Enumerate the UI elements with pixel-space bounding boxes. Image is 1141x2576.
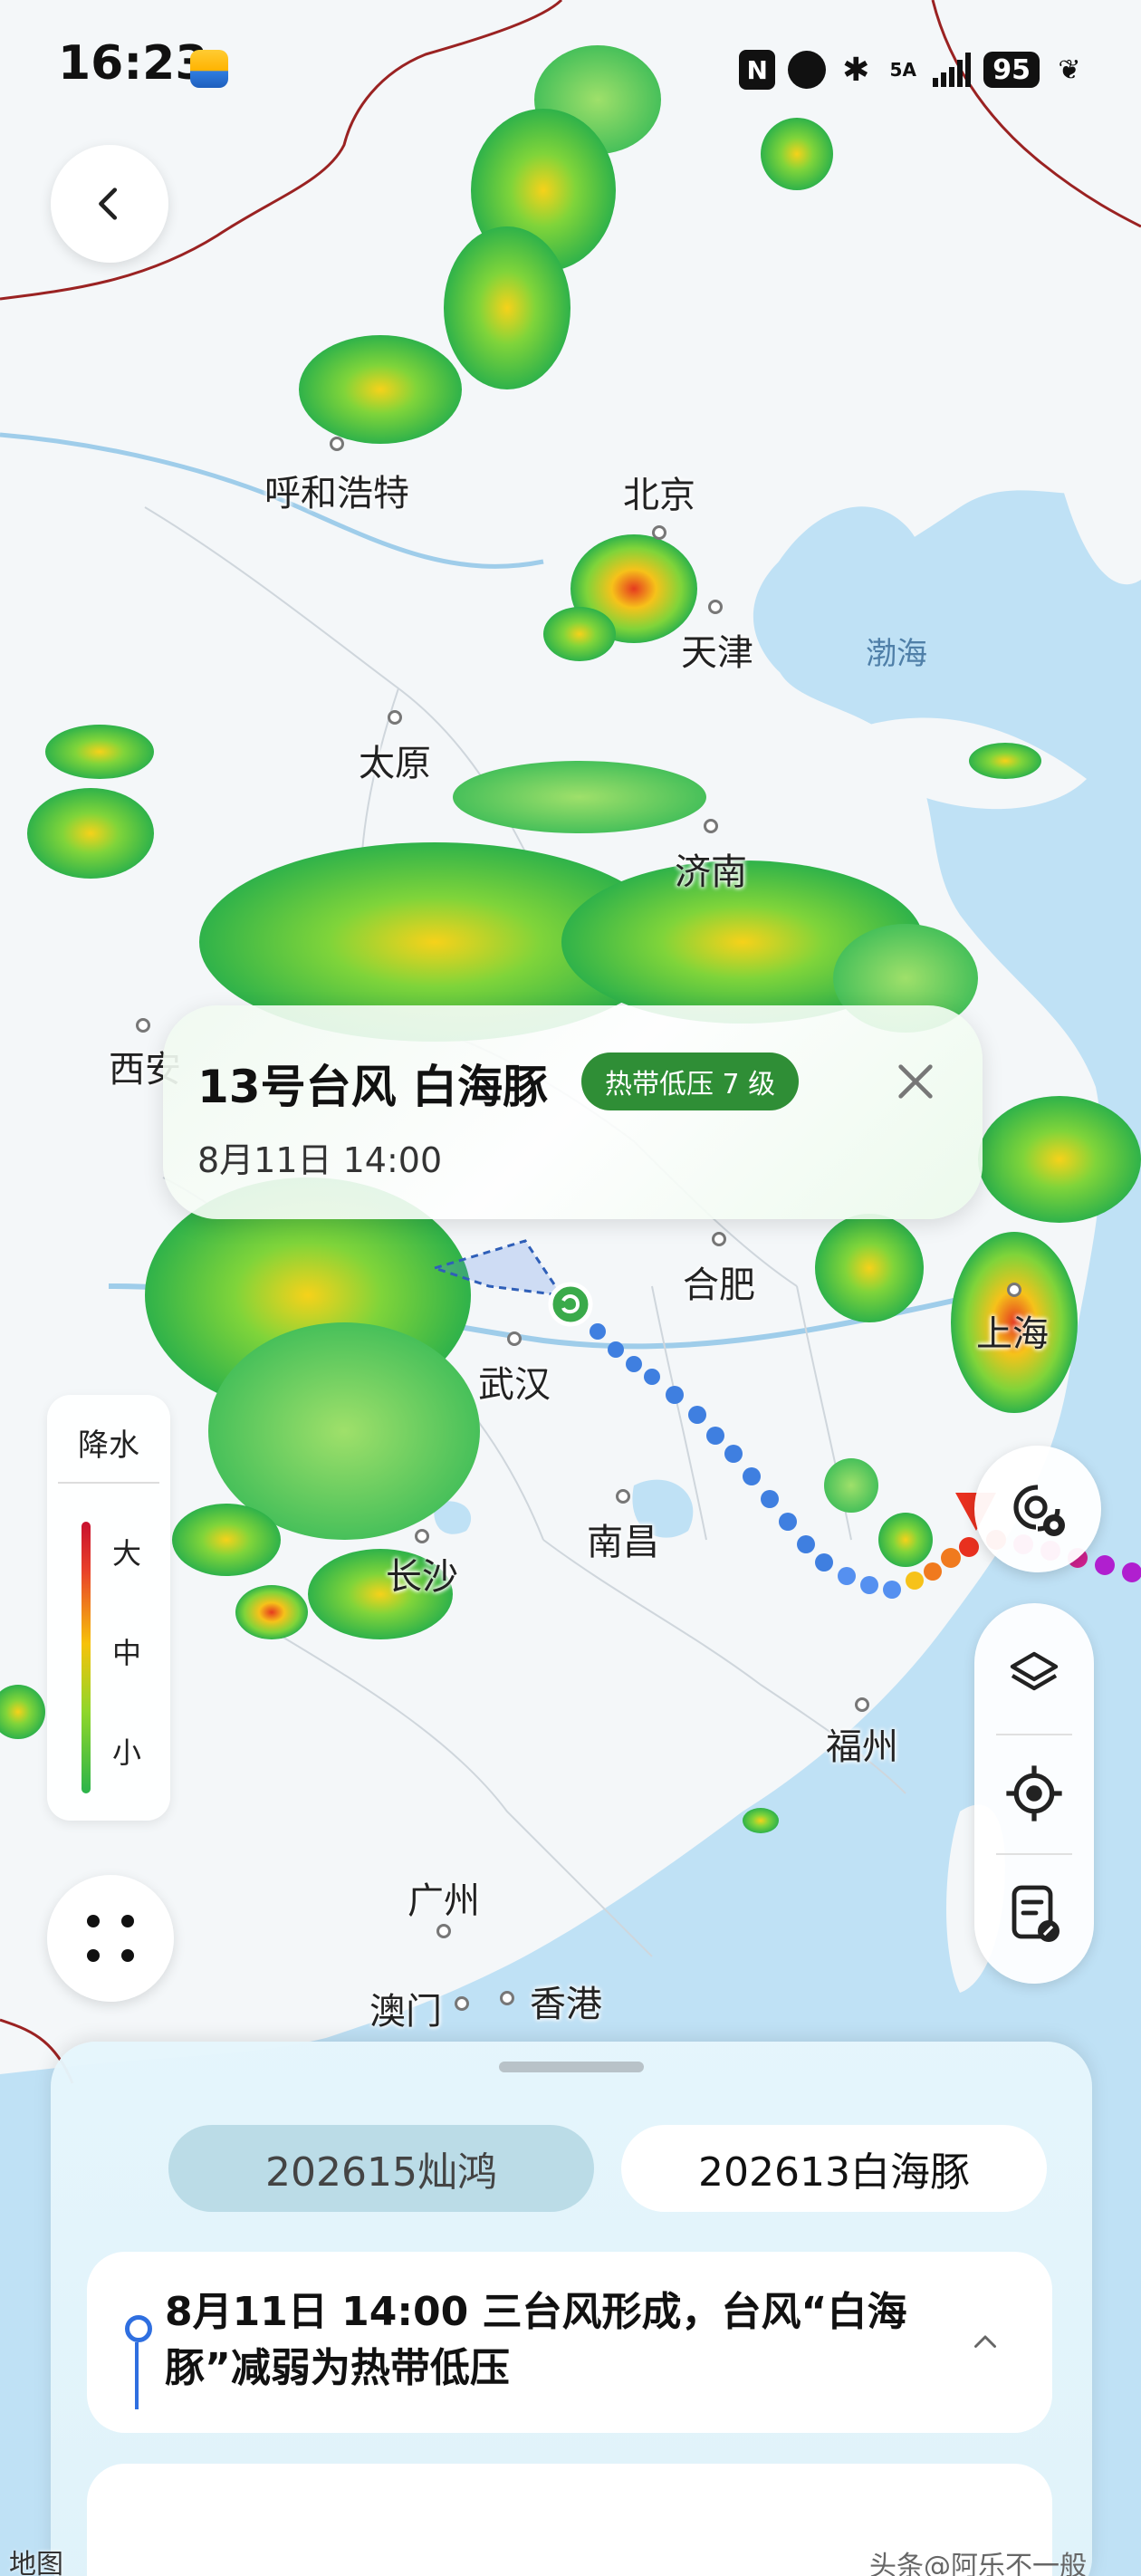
city-label-macau[interactable]: 澳门	[369, 1982, 442, 2034]
city-dot	[708, 600, 723, 614]
map-tool-panel	[974, 1603, 1094, 1984]
status-bar: 16:23 N ✱ 5A 95 ❦	[0, 0, 1141, 136]
city-label-hohhot[interactable]: 呼和浩特	[264, 464, 409, 516]
city-label-tianjin[interactable]: 天津	[681, 623, 753, 676]
city-label-taiyuan[interactable]: 太原	[359, 734, 431, 786]
timeline-marker-icon	[125, 2315, 152, 2342]
divider	[58, 1482, 159, 1484]
typhoon-info-card[interactable]: 13号台风 白海豚 热带低压 7 级 8月11日 14:00	[163, 1005, 983, 1219]
typhoon-position-marker	[548, 1282, 593, 1327]
sea-label-bohai: 渤海	[866, 636, 927, 672]
timeline-event-card[interactable]: 8月11日 14:00 三台风形成，台风“白海豚”减弱为热带低压	[87, 2252, 1052, 2433]
bluetooth-icon: ✱	[842, 51, 870, 89]
locate-button[interactable]	[974, 1737, 1094, 1850]
city-label-shanghai[interactable]: 上海	[976, 1304, 1049, 1357]
typhoon-time: 8月11日 14:00	[197, 1140, 443, 1180]
map-provider-logo: 地图	[9, 2549, 63, 2576]
legend-label-low: 小	[112, 1735, 142, 1770]
layers-button[interactable]	[974, 1618, 1094, 1730]
map-screen[interactable]: 呼和浩特 北京 天津 太原 济南 合肥 上海 武汉 南昌 长沙 福州 广州 澳门…	[0, 0, 1141, 2576]
notes-icon	[1012, 1885, 1060, 1942]
city-dot	[330, 437, 344, 451]
city-label-nanchang[interactable]: 南昌	[587, 1513, 659, 1565]
legend-label-high: 大	[112, 1536, 142, 1571]
typhoon-intensity-badge: 热带低压 7 级	[581, 1053, 800, 1110]
watermark: 头条@阿乐不一般	[869, 2551, 1087, 2576]
city-label-beijing[interactable]: 北京	[623, 466, 695, 518]
city-label-changsha[interactable]: 长沙	[386, 1547, 458, 1600]
city-label-fuzhou[interactable]: 福州	[826, 1717, 898, 1770]
precipitation-legend: 降水 大 中 小	[47, 1395, 170, 1821]
city-dot	[415, 1529, 429, 1543]
typhoon-bottom-sheet[interactable]: 202615灿鸿 202613白海豚 8月11日 14:00 三台风形成，台风“…	[51, 2042, 1092, 2576]
city-dot	[455, 1996, 469, 2011]
timeline-event-text: 8月11日 14:00 三台风形成，台风“白海豚”减弱为热带低压	[165, 2289, 907, 2391]
network-type-icon: 5A	[889, 59, 916, 81]
legend-title: 降水	[78, 1427, 139, 1464]
nfc-icon: N	[739, 50, 776, 90]
city-label-guangzhou[interactable]: 广州	[408, 1871, 480, 1924]
close-icon[interactable]	[890, 1056, 941, 1107]
do-not-disturb-icon	[788, 51, 827, 89]
legend-label-mid: 中	[112, 1636, 142, 1670]
city-label-wuhan[interactable]: 武汉	[478, 1355, 551, 1408]
chevron-up-icon[interactable]	[969, 2326, 1002, 2359]
layers-icon	[1010, 1651, 1059, 1691]
drag-handle[interactable]	[499, 2062, 644, 2072]
city-dot	[1007, 1283, 1021, 1297]
typhoon-settings-button[interactable]	[974, 1446, 1101, 1572]
notes-button[interactable]	[974, 1857, 1094, 1969]
grid-button[interactable]	[47, 1875, 174, 2002]
city-dot	[712, 1232, 726, 1246]
status-time: 16:23	[58, 36, 208, 91]
city-dot	[616, 1489, 630, 1504]
timeline-line	[135, 2342, 139, 2409]
tab-typhoon-bai-haitun[interactable]: 202613白海豚	[621, 2125, 1047, 2212]
typhoon-title: 13号台风 白海豚	[197, 1061, 548, 1113]
city-label-hongkong[interactable]: 香港	[530, 1975, 602, 2027]
typhoon-settings-icon	[1013, 1485, 1065, 1536]
tab-typhoon-chan-hom[interactable]: 202615灿鸿	[168, 2125, 594, 2212]
battery-level: 95	[992, 53, 1031, 86]
back-icon	[99, 187, 118, 220]
city-dot	[136, 1018, 150, 1033]
divider	[996, 1853, 1072, 1855]
city-dot	[500, 1991, 514, 2005]
locate-icon	[1006, 1765, 1062, 1821]
city-dot	[436, 1924, 451, 1938]
city-dot	[652, 525, 666, 540]
legend-color-scale	[82, 1522, 91, 1793]
back-button[interactable]	[51, 145, 168, 263]
divider	[996, 1734, 1072, 1735]
battery-icon: 95	[983, 52, 1040, 88]
signal-icon	[933, 53, 972, 87]
status-icons: N ✱ 5A 95 ❦	[739, 47, 1087, 92]
city-dot	[507, 1331, 522, 1346]
city-dot	[855, 1697, 869, 1712]
city-label-hefei[interactable]: 合肥	[683, 1255, 755, 1308]
eco-leaf-icon: ❦	[1058, 53, 1081, 86]
city-label-jinan[interactable]: 济南	[675, 842, 747, 895]
weather-app-icon	[190, 50, 228, 88]
city-dot	[704, 819, 718, 833]
city-dot	[388, 710, 402, 725]
